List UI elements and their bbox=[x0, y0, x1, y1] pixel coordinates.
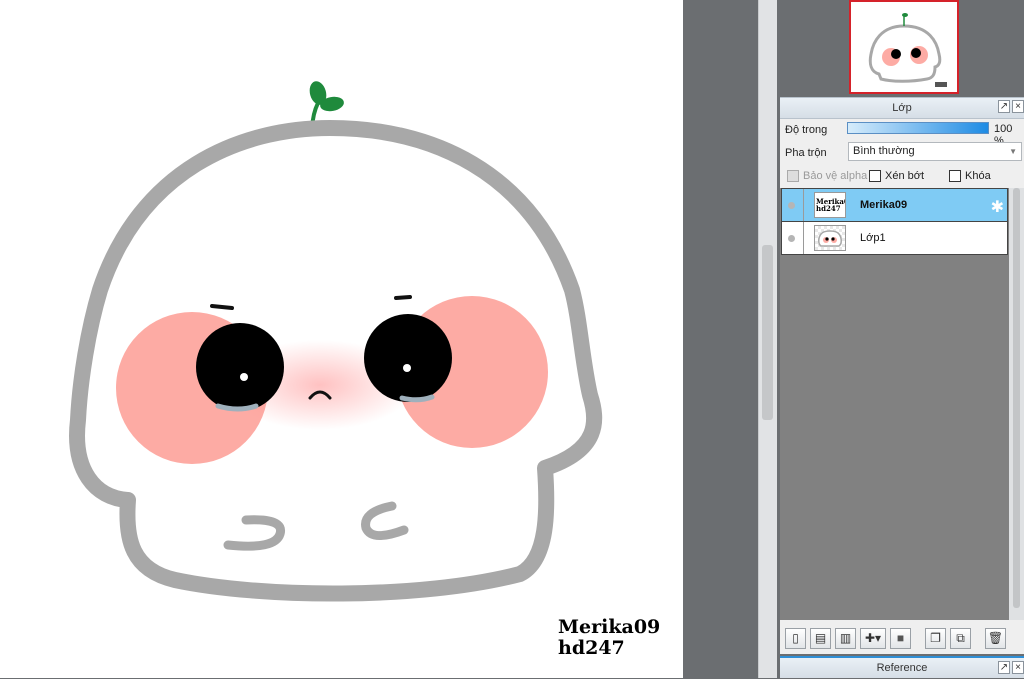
signature-line-2: hd247 bbox=[558, 637, 625, 659]
new-folder-icon[interactable]: ■ bbox=[890, 628, 911, 649]
merge-down-icon[interactable]: ⧉ bbox=[950, 628, 971, 649]
new-vector-layer-icon[interactable]: ▤ bbox=[810, 628, 831, 649]
blend-mode-value: Bình thường bbox=[853, 145, 915, 157]
lock-checkbox[interactable]: Khóa bbox=[949, 170, 991, 182]
protect-alpha-checkbox[interactable]: Bảo vệ alpha bbox=[787, 170, 867, 182]
drawing-canvas[interactable]: Merika09 hd247 bbox=[0, 0, 683, 678]
navigator-preview bbox=[868, 13, 947, 87]
chevron-down-icon: ▼ bbox=[1009, 147, 1017, 156]
signature-line-1: Merika09 bbox=[558, 616, 661, 638]
checkbox-box bbox=[787, 170, 799, 182]
layers-scrollbar[interactable] bbox=[1009, 188, 1024, 620]
canvas-gutter bbox=[683, 0, 758, 678]
clipping-label: Xén bớt bbox=[885, 170, 925, 182]
opacity-label: Độ trong bbox=[785, 124, 828, 136]
layers-scroll-thumb[interactable] bbox=[1013, 188, 1020, 608]
character-illustration bbox=[69, 81, 603, 602]
gear-icon[interactable]: ✱ bbox=[991, 197, 1004, 217]
reference-panel-header[interactable]: Reference ↗ × bbox=[780, 656, 1024, 678]
row-separator bbox=[803, 189, 804, 221]
reference-panel-title: Reference bbox=[876, 662, 928, 674]
layer-row-lop1[interactable]: Lớp1 bbox=[781, 221, 1008, 255]
layer-row-merika09[interactable]: Merika09 hd247 Merika09 ✱ bbox=[781, 188, 1008, 222]
layers-list: Merika09 hd247 Merika09 ✱ bbox=[780, 188, 1009, 620]
close-icon[interactable]: × bbox=[1012, 661, 1024, 674]
row-separator bbox=[803, 222, 804, 254]
signature-text: Merika09 hd247 bbox=[558, 617, 660, 659]
protect-alpha-label: Bảo vệ alpha bbox=[803, 170, 868, 182]
layer-toolbar: ▯ ▤ ▥ ✚▾ ■ ❐ ⧉ 🗑 bbox=[780, 625, 1024, 652]
close-icon[interactable]: × bbox=[1012, 100, 1024, 113]
blend-mode-label: Pha trộn bbox=[785, 147, 827, 159]
lock-label: Khóa bbox=[965, 170, 991, 182]
layer-name: Lớp1 bbox=[860, 232, 886, 244]
brow-left bbox=[210, 304, 234, 310]
new-halftone-layer-icon[interactable]: ▥ bbox=[835, 628, 856, 649]
checkbox-box bbox=[869, 170, 881, 182]
eye-left-highlight bbox=[240, 373, 248, 381]
layer-name: Merika09 bbox=[860, 199, 908, 211]
canvas-vertical-scrollbar[interactable] bbox=[758, 0, 777, 678]
layer-panel: Lớp ↗ × Độ trong 100 % Pha trộn Bình thư… bbox=[780, 97, 1024, 654]
duplicate-layer-icon[interactable]: ❐ bbox=[925, 628, 946, 649]
brow-right bbox=[394, 295, 412, 300]
layer-thumbnail: Merika09 hd247 bbox=[814, 192, 846, 218]
detach-icon[interactable]: ↗ bbox=[998, 100, 1010, 113]
new-raster-layer-icon[interactable]: ▯ bbox=[785, 628, 806, 649]
visibility-icon[interactable] bbox=[788, 201, 795, 209]
thumb-text-2: hd247 bbox=[816, 204, 841, 213]
right-panel: Lớp ↗ × Độ trong 100 % Pha trộn Bình thư… bbox=[777, 0, 1024, 678]
tear-right bbox=[399, 394, 435, 403]
canvas-scroll-thumb[interactable] bbox=[762, 245, 773, 420]
eye-right-highlight bbox=[403, 364, 411, 372]
layer-panel-title: Lớp ↗ × bbox=[780, 98, 1024, 119]
layer-thumbnail bbox=[814, 225, 846, 251]
layer-panel-title-text: Lớp bbox=[892, 102, 912, 114]
new-layer-dropdown-icon[interactable]: ✚▾ bbox=[860, 628, 886, 649]
visibility-icon[interactable] bbox=[788, 234, 795, 242]
detach-icon[interactable]: ↗ bbox=[998, 661, 1010, 674]
clipping-checkbox[interactable]: Xén bớt bbox=[869, 170, 924, 182]
eye-right bbox=[364, 314, 452, 402]
trash-icon[interactable]: 🗑 bbox=[985, 628, 1006, 649]
eye-left bbox=[196, 323, 284, 411]
navigator-thumbnail[interactable] bbox=[849, 0, 959, 94]
opacity-slider[interactable] bbox=[847, 122, 989, 134]
checkbox-box bbox=[949, 170, 961, 182]
blend-mode-select[interactable]: Bình thường ▼ bbox=[848, 142, 1022, 161]
